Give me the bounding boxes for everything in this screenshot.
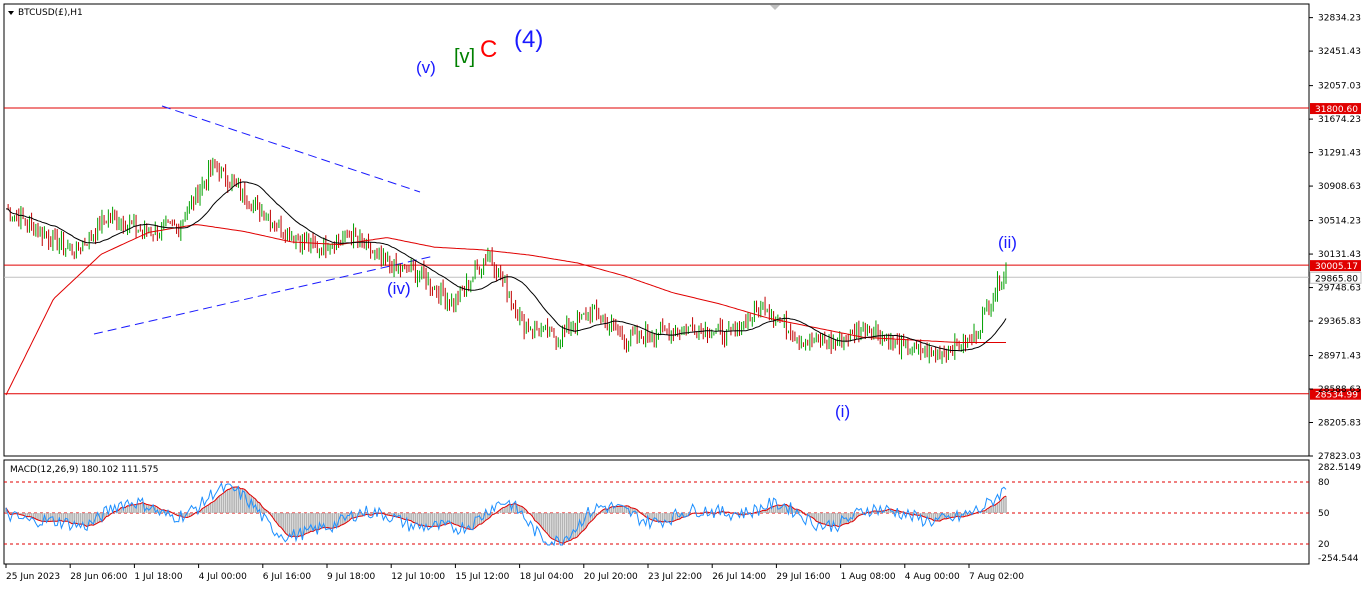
macd-axis: 282.5149 80 50 20 -254.544 [1318, 463, 1361, 564]
price-tick-label: 31674.23 [1318, 115, 1361, 125]
macd-tick-label: -254.544 [1318, 554, 1359, 564]
time-tick-label: 18 Jul 04:00 [520, 572, 574, 582]
main-panel [3, 3, 1310, 457]
price-tick-label: 32451.43 [1318, 47, 1361, 57]
chart-window: BTCUSD(£),H1 31800.60 30005.17 29865.80 285… [0, 0, 1366, 588]
price-tick-label: 27823.03 [1318, 452, 1361, 462]
time-tick-label: 6 Jul 16:00 [263, 572, 312, 582]
time-tick-label: 4 Aug 00:00 [905, 572, 960, 582]
macd-tick-label: 282.5149 [1318, 463, 1361, 473]
time-tick-label: 9 Jul 18:00 [327, 572, 376, 582]
macd-tick-label: 20 [1318, 540, 1330, 550]
price-tick-label: 30131.43 [1318, 250, 1361, 260]
price-level-label: 31800.60 [1315, 105, 1358, 115]
wave-label-v: (v) [416, 58, 436, 77]
time-tick-label: 1 Aug 08:00 [841, 572, 896, 582]
price-level-label: 30005.17 [1315, 262, 1358, 272]
wave-label-iv: (iv) [387, 279, 411, 298]
wave-label-c: C [480, 36, 497, 63]
price-tick-label: 32057.03 [1318, 82, 1361, 92]
time-tick-label: 12 Jul 10:00 [391, 572, 445, 582]
time-tick-label: 26 Jul 14:00 [712, 572, 766, 582]
wave-label-ii: (ii) [998, 233, 1017, 252]
price-tick-label: 28971.43 [1318, 352, 1361, 362]
wave-label-v-bracket: [v] [454, 46, 475, 68]
price-tick-label: 29365.83 [1318, 317, 1361, 327]
macd-tick-label: 80 [1318, 478, 1330, 488]
time-tick-label: 15 Jul 12:00 [455, 572, 509, 582]
price-tick-label: 30908.63 [1318, 182, 1361, 192]
price-tick-label: 32834.23 [1318, 14, 1361, 24]
price-tick-label: 28205.83 [1318, 419, 1361, 429]
macd-tick-label: 50 [1318, 509, 1330, 519]
macd-label: MACD(12,26,9) 180.102 111.575 [10, 465, 159, 475]
price-tick-label: 30514.23 [1318, 217, 1361, 227]
symbol-label: BTCUSD(£),H1 [18, 8, 83, 18]
time-tick-label: 1 Jul 18:00 [134, 572, 183, 582]
price-tick-label: 28588.63 [1318, 385, 1361, 395]
time-tick-label: 23 Jul 22:00 [648, 572, 702, 582]
price-tick-label: 31291.43 [1318, 149, 1361, 159]
time-tick-label: 28 Jun 06:00 [70, 572, 127, 582]
chart-canvas[interactable]: BTCUSD(£),H1 31800.6030005.1729865.80285… [0, 0, 1366, 588]
wave-label-i: (i) [835, 402, 850, 421]
wave-label-4: (4) [514, 26, 543, 53]
symbol-header: BTCUSD(£),H1 [8, 8, 83, 18]
time-tick-label: 20 Jul 20:00 [584, 572, 638, 582]
time-tick-label: 25 Jun 2023 [6, 572, 60, 582]
time-tick-label: 7 Aug 02:00 [969, 572, 1024, 582]
time-tick-label: 29 Jul 16:00 [776, 572, 830, 582]
price-tick-label: 29748.63 [1318, 284, 1361, 294]
time-axis: 25 Jun 2023 28 Jun 06:00 1 Jul 18:00 4 Jul … [5, 564, 1024, 582]
time-tick-label: 4 Jul 00:00 [199, 572, 248, 582]
